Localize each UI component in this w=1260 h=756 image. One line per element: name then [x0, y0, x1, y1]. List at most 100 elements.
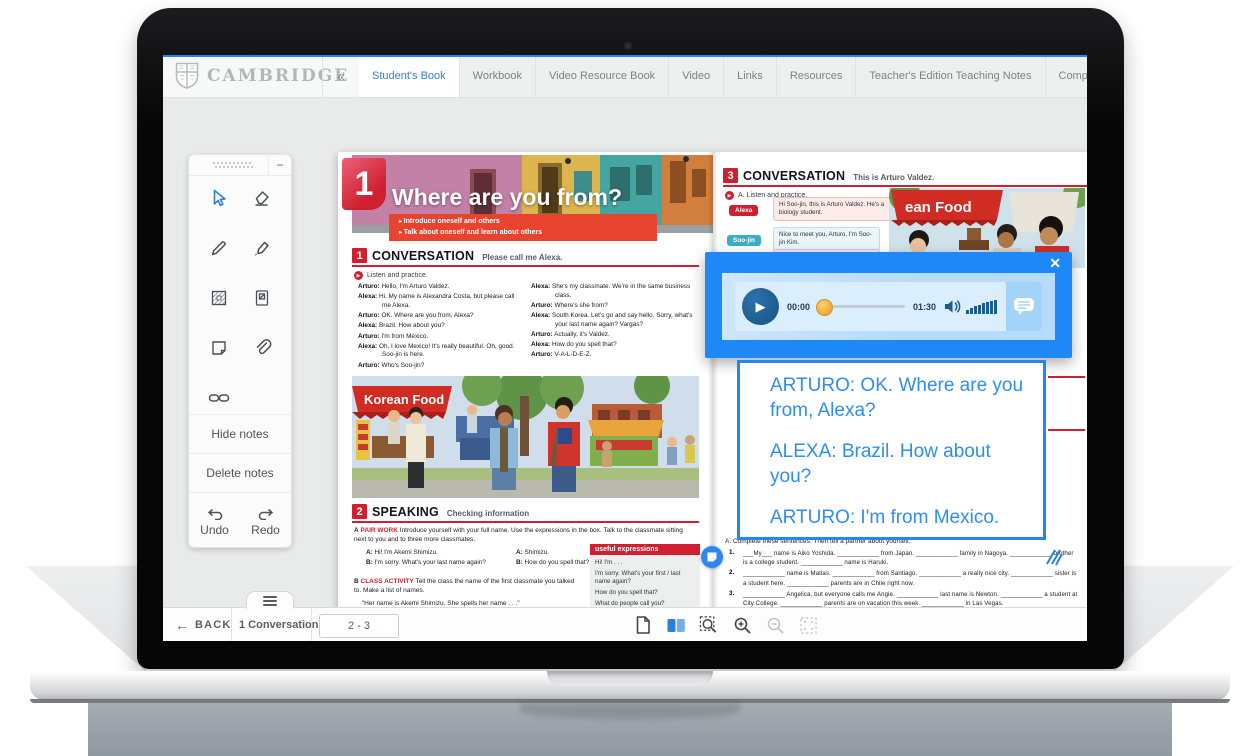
tab-complete-assessment[interactable]: Complete Assessment Intro — [1046, 55, 1088, 97]
current-time: 00:00 — [787, 302, 810, 312]
tool-palette: − — [188, 154, 292, 548]
unit-title: Where are you from? — [392, 184, 702, 211]
speech-bubble-icon — [1013, 297, 1035, 316]
desk-shadow-left — [26, 566, 146, 672]
drag-handle[interactable] — [213, 162, 253, 168]
single-page-view-icon[interactable] — [633, 615, 653, 635]
tab-teachers-edition-notes[interactable]: Teacher's Edition Teaching Notes — [856, 55, 1045, 97]
speech-bubble-soojin: Nice to meet you, Arturo. I'm Soo-jin Ki… — [773, 227, 880, 251]
useful-expressions-box: useful expressions Hi! I'm . . .I'm sorr… — [590, 544, 700, 615]
section1-rule — [352, 265, 699, 267]
delete-notes-button[interactable]: Delete notes — [189, 453, 291, 492]
zoom-in-icon[interactable] — [732, 615, 752, 635]
transcript-toggle-button[interactable] — [1006, 282, 1042, 331]
section3-subheading: This is Arturo Valdez. — [853, 173, 934, 183]
tab-video-resource-book[interactable]: Video Resource Book — [536, 55, 669, 97]
back-arrow-icon: ← — [175, 617, 189, 633]
bottom-toolbar: ← BACK 1 Conversation — [163, 607, 1087, 641]
laptop-lid-notch — [547, 671, 713, 686]
tab-students-book[interactable]: Student's Book — [359, 55, 460, 97]
pen-tool-icon[interactable] — [207, 236, 231, 260]
sticky-note-tool-icon[interactable] — [207, 336, 231, 360]
minimize-palette-button[interactable]: − — [268, 155, 291, 175]
section2-header: 2 SPEAKING Checking information — [352, 504, 529, 519]
section2-rule — [352, 521, 699, 523]
seek-slider[interactable] — [818, 305, 905, 308]
section1-heading: CONVERSATION — [372, 249, 474, 263]
section1-number: 1 — [352, 248, 367, 263]
section-breadcrumb[interactable]: 1 Conversation — [239, 608, 318, 641]
svg-text:Korean Food: Korean Food — [364, 392, 444, 407]
speech-bubble-alexa: Hi Soo-jin, this is Arturo Valdez. He's … — [773, 197, 905, 221]
note-marker-button[interactable] — [701, 546, 723, 568]
section2-subheading: Checking information — [447, 509, 529, 519]
tab-workbook[interactable]: Workbook — [460, 55, 536, 97]
top-navigation-bar: CAMBRIDGE « Student's Book Workbook Vide… — [163, 55, 1087, 98]
highlighter-tool-icon[interactable] — [250, 236, 274, 260]
close-icon[interactable]: ✕ — [1049, 255, 1061, 272]
menu-tab[interactable] — [246, 591, 294, 609]
section2-partB: B CLASS ACTIVITY Tell the class the name… — [354, 578, 582, 596]
app-screen: CAMBRIDGE « Student's Book Workbook Vide… — [163, 55, 1087, 641]
tab-video[interactable]: Video — [669, 55, 724, 97]
two-page-view-icon[interactable] — [666, 615, 686, 635]
svg-text:ean Food: ean Food — [905, 199, 972, 216]
duration: 01:30 — [913, 302, 936, 312]
transcript-popup: ARTURO: OK. Where are you from, Alexa? AL… — [737, 360, 1046, 540]
section3-number: 3 — [723, 168, 738, 183]
viewer-canvas: 1 Where are you from? ▸ Introduce onesel… — [163, 97, 1087, 607]
unit-objectives-banner: ▸ Introduce oneself and others▸ Talk abo… — [389, 214, 657, 241]
redo-icon — [257, 508, 275, 520]
section2-example-col1: A: Hi! I'm Akemi Shimizu.B: I'm sorry. W… — [366, 549, 508, 569]
seek-knob[interactable] — [816, 299, 833, 316]
redo-label: Redo — [251, 523, 280, 537]
tab-resources[interactable]: Resources — [777, 55, 857, 97]
attachment-tool-icon[interactable] — [250, 336, 274, 360]
marquee-zoom-icon[interactable] — [699, 615, 719, 635]
writing-items: 1.___My___ name is Aiko Yoshida. _______… — [729, 549, 1079, 610]
cambridge-shield-icon — [175, 62, 199, 90]
eraser-tool-icon[interactable] — [250, 186, 274, 210]
hide-notes-button[interactable]: Hide notes — [189, 414, 291, 453]
pointer-tool-icon[interactable] — [207, 186, 231, 210]
audio-play-dot-icon[interactable]: ▶ — [354, 271, 363, 280]
collapse-sidebar-button[interactable]: « — [322, 55, 360, 97]
useful-expressions-title: useful expressions — [590, 544, 700, 555]
section1-header: 1 CONVERSATION Please call me Alexa. — [352, 248, 562, 263]
audio-play-dot-icon[interactable]: ▶ — [725, 191, 734, 200]
fit-to-screen-icon[interactable] — [798, 615, 818, 635]
transcript-line: ALEXA: Brazil. How about you? — [770, 439, 1029, 489]
transcript-line: ARTURO: OK. Where are you from, Alexa? — [770, 373, 1029, 423]
mask-tool-icon[interactable] — [207, 286, 231, 310]
empty-slot — [250, 386, 274, 410]
image-tool-icon[interactable] — [250, 286, 274, 310]
tab-links[interactable]: Links — [724, 55, 777, 97]
audio-player-panel: ▶ 00:00 01:30 — [722, 273, 1055, 340]
hidden-blank-rule-2 — [1048, 429, 1085, 431]
market-illustration: Korean Food — [352, 376, 699, 498]
palette-header: − — [189, 155, 291, 176]
section1-listen-row: ▶ Listen and practice. — [354, 271, 428, 280]
dialog-column-1: Arturo: Hello, I'm Arturo Valdez.Alexa: … — [358, 283, 520, 372]
speaker-icon[interactable] — [944, 299, 961, 314]
redo-button[interactable]: Redo — [240, 493, 291, 551]
palette-tools — [189, 176, 291, 414]
page-range-input[interactable] — [319, 614, 399, 638]
transcript-line: ARTURO: I'm from Mexico. — [770, 505, 1029, 530]
section2-heading: SPEAKING — [372, 505, 439, 519]
link-tool-icon[interactable] — [207, 386, 231, 410]
zoom-out-icon[interactable] — [765, 615, 785, 635]
left-page: 1 Where are you from? ▸ Introduce onesel… — [338, 152, 713, 633]
play-button[interactable]: ▶ — [742, 288, 779, 325]
undo-button[interactable]: Undo — [189, 493, 240, 551]
webcam-dot — [624, 42, 632, 50]
section3-header: 3 CONVERSATION This is Arturo Valdez. — [723, 168, 934, 183]
back-button[interactable]: ← BACK — [175, 608, 232, 641]
hidden-blank-rule-1 — [1048, 376, 1085, 378]
volume-bars[interactable] — [966, 300, 997, 314]
unit-number-badge: 1 — [342, 158, 386, 210]
useful-expressions-list: Hi! I'm . . .I'm sorry. What's your firs… — [590, 555, 700, 615]
dialog-column-2: Alexa: She's my classmate. We're in the … — [531, 283, 699, 362]
laptop-mockup: CAMBRIDGE « Student's Book Workbook Vide… — [0, 0, 1260, 756]
desk-shadow-right — [1114, 566, 1234, 672]
